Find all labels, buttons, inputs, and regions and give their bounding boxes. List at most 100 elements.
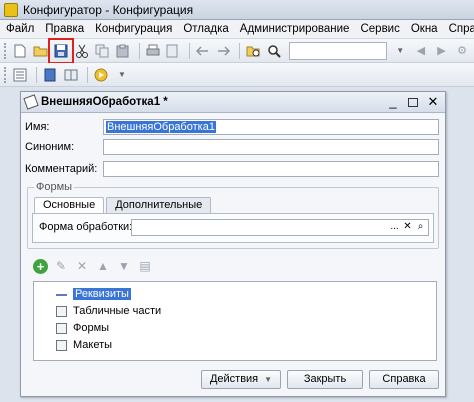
chevron-down-icon: ▼	[264, 375, 273, 384]
close-button[interactable]: ✕	[425, 95, 441, 109]
synonym-label: Синоним:	[25, 141, 75, 153]
update-db-button[interactable]	[41, 66, 59, 84]
search-combo[interactable]	[289, 41, 388, 60]
toolbar-grip[interactable]	[4, 66, 7, 83]
combo-dropdown[interactable]: ▼	[391, 42, 409, 60]
processing-icon	[23, 94, 39, 110]
menu-windows[interactable]: Окна	[411, 23, 438, 35]
close-dialog-button[interactable]: Закрыть	[287, 370, 363, 389]
run-dropdown[interactable]: ▼	[113, 66, 131, 84]
menu-edit[interactable]: Правка	[45, 23, 84, 35]
menu-bar: Файл Правка Конфигурация Отладка Админис…	[0, 20, 474, 39]
child-window-title: ВнешняяОбработка1 *	[41, 96, 168, 108]
table-icon	[56, 305, 67, 317]
find-button[interactable]	[244, 42, 262, 60]
database-icon	[44, 68, 56, 81]
run-debug-button[interactable]	[92, 66, 110, 84]
move-up-button[interactable]: ▲	[95, 258, 111, 274]
cut-button[interactable]	[73, 42, 91, 60]
actions-button[interactable]: Действия ▼	[201, 370, 281, 389]
search-button[interactable]	[265, 42, 283, 60]
name-field[interactable]: ВнешняяОбработка1	[103, 119, 439, 135]
forward-icon: ▶	[437, 45, 446, 57]
toolbar-separator	[188, 42, 190, 59]
copy-button[interactable]	[93, 42, 111, 60]
search-prev-button[interactable]: ◀	[412, 42, 430, 60]
toolbar-separator	[36, 66, 37, 83]
window-title: Конфигуратор - Конфигурация	[23, 2, 194, 17]
tab-additional[interactable]: Дополнительные	[106, 197, 212, 213]
undo-button[interactable]	[194, 42, 212, 60]
paste-button[interactable]	[114, 42, 132, 60]
preview-icon	[166, 44, 178, 57]
maximize-button[interactable]	[405, 95, 421, 109]
delete-button[interactable]: ✕	[74, 258, 90, 274]
delete-icon: ✕	[76, 259, 88, 273]
redo-button[interactable]	[215, 42, 233, 60]
tree-item-label: Макеты	[73, 339, 113, 351]
save-button[interactable]	[48, 37, 74, 64]
pencil-icon: ✎	[55, 259, 67, 273]
tree-item-forms[interactable]: Формы	[56, 320, 109, 336]
menu-debug[interactable]: Отладка	[183, 23, 228, 35]
clear-button[interactable]: ✕	[401, 221, 414, 234]
comment-row: Комментарий:	[25, 160, 439, 178]
search-icon: ⌕	[417, 221, 424, 232]
compare-button[interactable]	[62, 66, 80, 84]
forms-tabs: Основные Дополнительные	[34, 197, 213, 213]
tree-item-label: Формы	[73, 322, 110, 334]
comment-field[interactable]	[103, 161, 439, 177]
search-next-button[interactable]: ▶	[433, 42, 451, 60]
add-button[interactable]: +	[33, 258, 48, 274]
paste-icon	[116, 44, 129, 57]
help-button[interactable]: Справка	[369, 370, 439, 389]
synonym-field[interactable]	[103, 139, 439, 155]
toolbar-grip[interactable]	[4, 42, 7, 59]
tree-item-templates[interactable]: Макеты	[56, 337, 112, 353]
dialog-buttons: Действия ▼ Закрыть Справка	[195, 370, 439, 389]
toolbar-separator	[87, 66, 88, 83]
toolbar-separator	[239, 42, 241, 59]
form-icon	[56, 322, 67, 334]
forms-tab-panel: Форма обработки: ... ✕ ⌕	[32, 213, 434, 243]
tree-item-attributes[interactable]: Реквизиты	[56, 286, 131, 302]
new-button[interactable]	[11, 42, 29, 60]
config-tree-button[interactable]	[11, 66, 29, 84]
list-icon: ▤	[139, 259, 151, 273]
form-field[interactable]: ... ✕ ⌕	[131, 219, 429, 236]
edit-button[interactable]: ✎	[53, 258, 69, 274]
arrow-down-icon: ▼	[118, 259, 130, 273]
menu-configuration[interactable]: Конфигурация	[95, 23, 172, 35]
synonym-row: Синоним:	[25, 138, 439, 156]
open-form-button[interactable]: ⌕	[414, 221, 427, 234]
options-icon: ⚙	[457, 45, 468, 57]
tree-item-tabular-sections[interactable]: Табличные части	[56, 303, 161, 319]
minimize-icon: _	[389, 94, 397, 109]
chevron-down-icon: ▼	[396, 46, 405, 55]
open-icon	[33, 46, 48, 57]
tree-toolbar: + ✎ ✕ ▲ ▼ ▤	[33, 258, 158, 274]
print-icon	[146, 44, 160, 55]
menu-file[interactable]: Файл	[6, 23, 34, 35]
template-icon	[56, 339, 67, 351]
print-button[interactable]	[144, 42, 162, 60]
move-down-button[interactable]: ▼	[116, 258, 132, 274]
menu-help[interactable]: Справка	[449, 23, 474, 35]
menu-administration[interactable]: Администрирование	[240, 23, 350, 35]
new-icon	[14, 44, 26, 57]
find-icon	[246, 46, 259, 56]
open-button[interactable]	[32, 42, 50, 60]
menu-service[interactable]: Сервис	[360, 23, 399, 35]
minimize-button[interactable]: _	[385, 95, 401, 109]
redo-icon	[218, 45, 231, 56]
tree-icon	[13, 68, 27, 81]
child-titlebar: ВнешняяОбработка1 * _ ✕	[21, 92, 445, 113]
preview-button[interactable]	[164, 42, 182, 60]
search-options-button[interactable]: ⚙	[453, 42, 471, 60]
chevron-down-icon: ▼	[118, 70, 126, 79]
form-field-buttons: ... ✕ ⌕	[388, 221, 427, 234]
select-button[interactable]: ...	[388, 221, 401, 234]
structure-tree: Реквизиты Табличные части Формы Макеты	[33, 281, 437, 361]
tab-main[interactable]: Основные	[34, 197, 105, 213]
sort-button[interactable]: ▤	[137, 258, 153, 274]
